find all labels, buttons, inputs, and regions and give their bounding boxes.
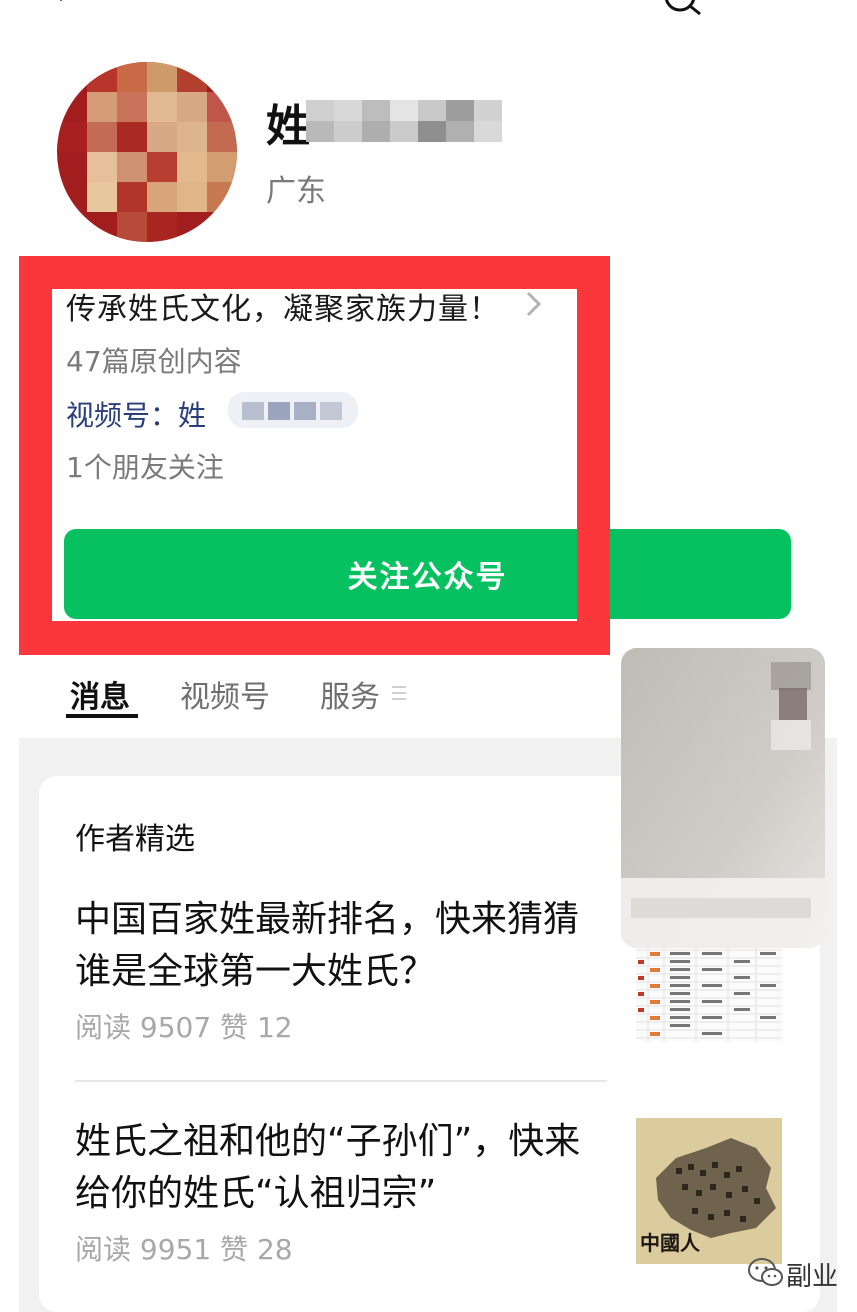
article-title-line: 谁是全球第一大姓氏？ [75,951,436,992]
wechat-icon [748,1258,783,1286]
featured-section-title: 作者精选 [75,822,195,857]
account-avatar[interactable] [57,62,237,242]
menu-icon[interactable] [392,684,406,702]
chevron-right-icon[interactable] [524,290,544,318]
tab-services[interactable]: 服务 [320,672,380,716]
top-bar [0,0,857,24]
account-name-blurred [306,100,502,142]
article-thumbnail-map[interactable]: 中國人 [636,1118,782,1264]
article-title-line: 姓氏之祖和他的“子孙们”，快来 [75,1121,581,1162]
account-intro[interactable]: 传承姓氏文化，凝聚家族力量！ [66,284,500,328]
tab-messages[interactable]: 消息 [70,672,130,716]
chevron-left-icon[interactable] [52,0,82,18]
article-title[interactable]: 中国百家姓最新排名，快来猜猜 谁是全球第一大姓氏？ [75,894,615,998]
account-region: 广东 [266,174,326,209]
account-name: 姓 [266,101,310,152]
article-title[interactable]: 姓氏之祖和他的“子孙们”，快来 给你的姓氏“认祖归宗” [75,1116,615,1220]
friends-following: 1个朋友关注 [66,451,224,484]
floating-video-window[interactable] [621,648,825,948]
avatar-mosaic [57,62,237,242]
active-tab-indicator [66,714,138,718]
watermark-text: 副业 [786,1262,839,1292]
article-title-line: 中国百家姓最新排名，快来猜猜 [75,899,580,940]
article-thumbnail-table[interactable] [636,942,782,1042]
thumbnail-caption: 中國人 [640,1231,701,1255]
search-icon[interactable] [662,0,702,18]
follow-account-button[interactable]: 关注公众号 [64,529,791,619]
video-channel-name-blurred [228,392,358,428]
tab-video-channel[interactable]: 视频号 [180,672,270,716]
article-stats: 阅读 9507 赞 12 [75,1011,293,1044]
article-title-line: 给你的姓氏“认祖归宗” [75,1173,437,1214]
video-channel-link[interactable]: 视频号：姓 [66,394,206,434]
article-divider [75,1080,607,1082]
article-stats: 阅读 9951 赞 28 [75,1233,293,1266]
original-content-count[interactable]: 47篇原创内容 [66,340,242,380]
